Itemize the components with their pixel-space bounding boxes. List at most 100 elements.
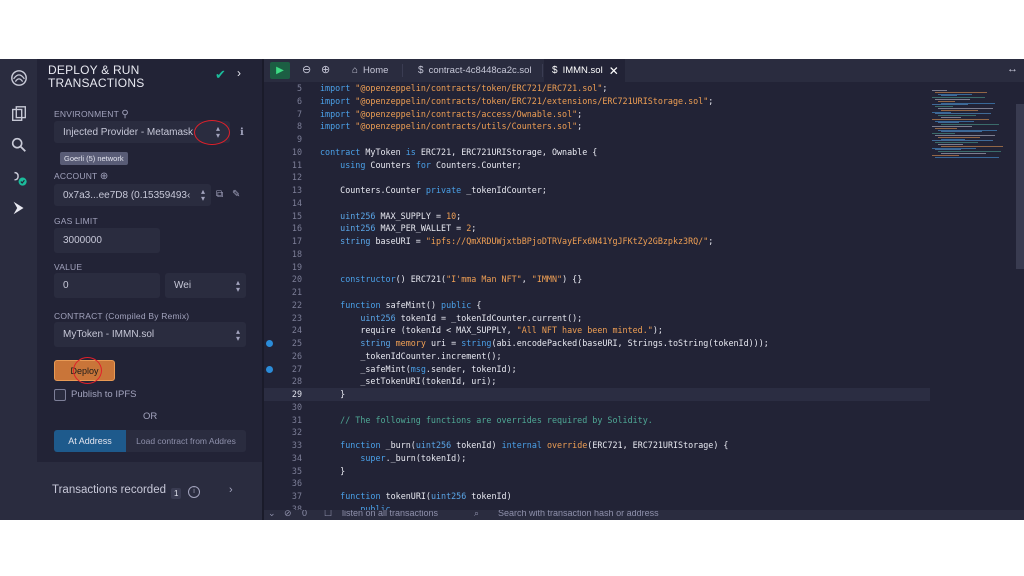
code-line[interactable]: 13 Counters.Counter private _tokenIdCoun… (264, 184, 930, 197)
zoom-out-icon[interactable]: ⊖ (302, 63, 311, 76)
remix-logo-icon[interactable] (0, 61, 37, 95)
zoom-in-icon[interactable]: ⊕ (321, 63, 330, 76)
code-text: require (tokenId < MAX_SUPPLY, "All NFT … (360, 325, 663, 336)
search-icon[interactable] (0, 130, 37, 160)
info-icon[interactable]: ℹ (240, 127, 244, 138)
info-icon[interactable]: i (188, 486, 200, 498)
line-number: 28 (291, 376, 302, 387)
code-line[interactable]: 29 } (264, 388, 930, 401)
code-text: super._burn(tokenId); (320, 452, 467, 463)
code-line[interactable]: 26 _tokenIdCounter.increment(); (264, 350, 930, 363)
code-line[interactable]: 21 (264, 286, 930, 299)
code-line[interactable]: 37 function tokenURI(uint256 tokenId) (264, 490, 930, 503)
code-line[interactable]: 30 (264, 401, 930, 414)
line-number: 5 (296, 83, 302, 93)
code-line[interactable]: 23 uint256 tokenId = _tokenIdCounter.cur… (264, 312, 930, 325)
line-number: 34 (291, 452, 302, 463)
code-line[interactable]: 28 _setTokenURI(tokenId, uri); (264, 375, 930, 388)
line-number: 38 (291, 503, 302, 510)
chevron-right-icon[interactable]: › (237, 66, 241, 80)
code-text: _setTokenURI(tokenId, uri); (320, 376, 497, 387)
tab-home[interactable]: ⌂ Home (344, 59, 396, 82)
code-line[interactable]: 18 (264, 248, 930, 261)
code-line[interactable]: 17 string baseURI = "ipfs://QmXRDUWjxtbB… (264, 235, 930, 248)
remix-ide: DEPLOY & RUN TRANSACTIONS ✔ › ENVIRONMEN… (0, 59, 1024, 520)
code-line[interactable]: 22 function safeMint() public { (264, 299, 930, 312)
vertical-scrollbar[interactable] (1016, 104, 1024, 269)
transactions-recorded-section[interactable]: Transactions recorded 1 i › (37, 462, 262, 520)
line-number: 27 (291, 363, 302, 374)
line-number: 26 (291, 350, 302, 361)
code-line[interactable]: 9 (264, 133, 930, 146)
code-line[interactable]: 33 function _burn(uint256 tokenId) inter… (264, 439, 930, 452)
listen-checkbox[interactable]: ☐ (324, 510, 332, 519)
edit-icon[interactable]: ✎ (232, 189, 240, 200)
code-line[interactable]: 14 (264, 197, 930, 210)
code-text: function tokenURI(uint256 tokenId) (320, 491, 512, 501)
tab-contract[interactable]: $ contract-4c8448ca2c.sol (410, 59, 540, 82)
code-line[interactable]: 15 uint256 MAX_SUPPLY = 10; (264, 210, 930, 223)
code-text: import "@openzeppelin/contracts/access/O… (320, 108, 583, 119)
code-line[interactable]: 27 _safeMint(msg.sender, tokenId); (264, 363, 930, 376)
search-icon: ⌕ (474, 510, 480, 518)
tab-immn[interactable]: $ IMMN.sol ✕ (544, 59, 625, 82)
code-line[interactable]: 6 import "@openzeppelin/contracts/token/E… (264, 95, 930, 108)
value-input[interactable]: 0 (54, 273, 160, 298)
code-line[interactable]: 12 (264, 171, 930, 184)
line-number: 6 (296, 95, 302, 106)
code-line[interactable]: 16 uint256 MAX_PER_WALLET = 2; (264, 222, 930, 235)
plus-icon[interactable]: ⊕ (100, 171, 109, 182)
collapse-terminal-icon[interactable]: ⌄ (268, 510, 276, 519)
chevron-right-icon[interactable]: › (229, 484, 233, 496)
run-button[interactable]: ▶ (270, 62, 290, 79)
code-line[interactable]: 5 import "@openzeppelin/contracts/token/E… (264, 82, 930, 95)
editor-area: ▶ ⊖ ⊕ ⌂ Home $ contract-4c8448ca2c.sol $ IM… (264, 59, 1024, 520)
code-text: using Counters for Counters.Counter; (320, 159, 522, 170)
account-select[interactable]: 0x7a3...ee7D8 (0.15359493‹ ▴ ▾ (54, 184, 211, 206)
plug-icon: ⚲ (121, 109, 129, 120)
code-text: string baseURI = "ipfs://QmXRDUWjxtbBPjo… (320, 236, 714, 246)
copy-icon[interactable]: ⧉ (216, 189, 223, 200)
home-icon: ⌂ (352, 65, 359, 76)
code-line[interactable]: 11 using Counters for Counters.Counter; (264, 159, 930, 172)
code-text: _safeMint(msg.sender, tokenId); (320, 363, 517, 374)
code-line[interactable]: 7 import "@openzeppelin/contracts/access/… (264, 108, 930, 121)
code-line[interactable]: 25 string memory uri = string(abi.encode… (264, 337, 930, 350)
file-explorer-icon[interactable] (0, 99, 37, 129)
at-address-button[interactable]: At Address (54, 430, 126, 452)
deploy-run-icon[interactable] (0, 193, 37, 223)
code-line[interactable]: 35 } (264, 465, 930, 478)
minimap[interactable] (930, 82, 1024, 510)
code-editor[interactable]: 5 import "@openzeppelin/contracts/token/E… (264, 82, 930, 510)
compiler-check-icon[interactable] (0, 163, 37, 193)
code-line[interactable]: 19 (264, 261, 930, 274)
expand-icon[interactable]: ↔ (1007, 63, 1018, 75)
terminal-bar: ⌄ ⊘ 0 ☐ listen on all transactions ⌕ Sea… (264, 510, 1024, 520)
code-line[interactable]: 36 (264, 477, 930, 490)
transactions-recorded-label: Transactions recorded (52, 484, 166, 496)
gas-limit-input[interactable]: 3000000 (54, 228, 160, 253)
code-line[interactable]: 24 require (tokenId < MAX_SUPPLY, "All N… (264, 324, 930, 337)
code-line[interactable]: 38 public (264, 503, 930, 510)
code-line[interactable]: 10 contract MyToken is ERC721, ERC721URIS… (264, 146, 930, 159)
code-text: Counters.Counter private _tokenIdCounter… (320, 185, 547, 195)
code-text: // The following functions are overrides… (320, 414, 653, 425)
code-line[interactable]: 31 // The following functions are overri… (264, 414, 930, 427)
publish-ipfs-label: Publish to IPFS (71, 389, 137, 400)
contract-select[interactable]: MyToken - IMMN.sol ▴ ▾ (54, 322, 246, 347)
load-contract-input[interactable]: Load contract from Addres (126, 430, 246, 452)
check-icon: ✔ (215, 67, 226, 82)
terminal-search-input[interactable]: Search with transaction hash or address (498, 510, 659, 518)
clear-icon[interactable]: ⊘ (284, 510, 292, 519)
value-label: VALUE (54, 262, 83, 272)
code-line[interactable]: 34 super._burn(tokenId); (264, 452, 930, 465)
close-icon[interactable]: ✕ (609, 64, 619, 78)
code-line[interactable]: 32 (264, 426, 930, 439)
code-text: contract MyToken is ERC721, ERC721URISto… (320, 146, 598, 157)
code-line[interactable]: 8 import "@openzeppelin/contracts/utils/C… (264, 120, 930, 133)
code-line[interactable]: 20 constructor() ERC721("I'mma Man NFT",… (264, 273, 930, 286)
value-unit-select[interactable]: Wei ▴ ▾ (165, 273, 246, 298)
tab-separator (402, 64, 403, 77)
line-number: 14 (291, 197, 302, 208)
publish-ipfs-checkbox[interactable] (54, 389, 66, 401)
